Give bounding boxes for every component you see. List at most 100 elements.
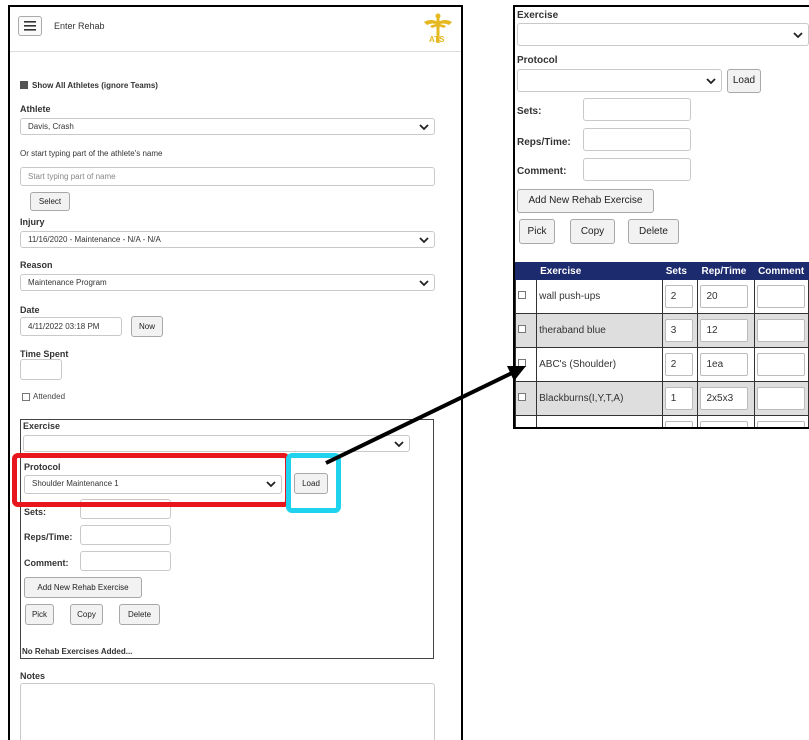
zoom-delete-button[interactable]: Delete [628,219,679,244]
row-checkbox[interactable] [518,393,526,401]
row-comment-input[interactable] [757,353,806,376]
table-header-row: Exercise Sets Rep/Time Comment [515,262,809,280]
zoom-reps-label: Reps/Time: [517,137,571,148]
time-spent-input[interactable] [20,359,62,380]
select-column-header [515,262,538,280]
chevron-down-icon [419,237,429,244]
row-exercise-name: ABC's (Shoulder) [536,347,663,382]
show-all-label: Show All Athletes (ignore Teams) [32,81,158,90]
empty-message: No Rehab Exercises Added... [22,647,133,656]
column-header-reps: Rep/Time [697,262,756,280]
row-reps-input[interactable]: 12 [700,421,749,427]
page-title: Enter Rehab [54,21,105,31]
athlete-select[interactable]: Davis, Crash [20,118,435,135]
select-button[interactable]: Select [30,192,70,211]
reps-label: Reps/Time: [24,532,73,542]
row-comment-input[interactable] [757,285,806,308]
zoom-protocol-select[interactable] [517,69,722,92]
row-exercise-name: wall push-ups [536,279,663,314]
comment-label: Comment: [24,558,69,568]
table-row: ABC's (Shoulder) 2 1ea [515,347,809,382]
now-button[interactable]: Now [131,316,163,337]
reason-value: Maintenance Program [28,278,107,287]
row-reps-input[interactable]: 20 [700,285,749,308]
row-reps-input[interactable]: 1ea [700,353,749,376]
injury-value: 11/16/2020 - Maintenance - N/A - N/A [28,235,161,244]
row-checkbox[interactable] [518,359,526,367]
zoom-sets-label: Sets: [517,106,542,117]
row-sets-input[interactable]: 2 [664,353,693,376]
row-exercise-name: Sidelying External Raise [536,415,663,427]
row-comment-input[interactable] [757,387,806,410]
row-exercise-name: theraband blue [536,313,663,348]
table-row: Sidelying External Raise 3 12 [515,415,809,429]
delete-button[interactable]: Delete [119,604,160,625]
zoom-add-exercise-button[interactable]: Add New Rehab Exercise [517,189,654,213]
chevron-down-icon [419,280,429,287]
reps-input[interactable] [80,525,171,545]
time-spent-label: Time Spent [20,349,69,359]
ats-logo: ATS [421,13,455,47]
zoom-copy-button[interactable]: Copy [570,219,615,244]
injury-label: Injury [20,217,45,227]
athlete-search-input[interactable]: Start typing part of name [20,167,435,186]
load-highlight [286,453,341,513]
column-header-sets: Sets [661,262,699,280]
zoomed-exercise-panel: Exercise Protocol Load Sets: Reps/Time: … [513,5,809,429]
logo-text: ATS [429,35,445,44]
row-sets-input[interactable]: 3 [664,319,693,342]
athlete-label: Athlete [20,104,51,114]
zoom-exercise-label: Exercise [517,10,559,21]
table-row: Blackburns(I,Y,T,A) 1 2x5x3 [515,381,809,416]
protocol-highlight [12,453,290,507]
row-sets-input[interactable]: 2 [664,285,693,308]
row-checkbox[interactable] [518,427,526,429]
zoom-protocol-label: Protocol [517,55,558,66]
exercise-label: Exercise [23,421,61,431]
zoom-pick-button[interactable]: Pick [519,219,555,244]
date-label: Date [20,305,40,315]
hamburger-icon [24,21,36,31]
row-reps-input[interactable]: 12 [700,319,749,342]
date-input[interactable]: 4/11/2022 03:18 PM [20,317,122,336]
attended-checkbox[interactable] [22,393,30,401]
zoom-reps-input[interactable] [583,128,691,151]
zoom-exercise-select[interactable] [517,23,809,46]
row-sets-input[interactable]: 1 [664,387,693,410]
table-row: wall push-ups 2 20 [515,279,809,314]
chevron-down-icon [706,78,716,85]
reason-select[interactable]: Maintenance Program [20,274,435,291]
injury-select[interactable]: 11/16/2020 - Maintenance - N/A - N/A [20,231,435,248]
row-comment-input[interactable] [757,319,806,342]
notes-label: Notes [20,671,46,681]
table-row: theraband blue 3 12 [515,313,809,348]
zoom-comment-label: Comment: [517,166,567,177]
exercise-select[interactable] [23,435,410,452]
zoom-sets-input[interactable] [583,98,691,121]
rehab-form-panel: Enter Rehab ATS Show All Athletes (ignor… [8,5,463,740]
chevron-down-icon [419,124,429,131]
row-sets-input[interactable]: 3 [664,421,693,427]
column-header-exercise: Exercise [536,262,663,280]
header-divider [10,51,461,52]
row-checkbox[interactable] [518,325,526,333]
zoom-comment-input[interactable] [583,158,691,181]
row-reps-input[interactable]: 2x5x3 [700,387,749,410]
pick-button[interactable]: Pick [25,604,54,625]
comment-input[interactable] [80,551,171,571]
exercise-table: Exercise Sets Rep/Time Comment wall push… [515,262,809,429]
notes-textarea[interactable] [20,683,435,740]
chevron-down-icon [394,441,404,448]
row-comment-input[interactable] [757,421,806,427]
row-checkbox[interactable] [518,291,526,299]
menu-button[interactable] [18,16,42,36]
reason-label: Reason [20,260,53,270]
add-exercise-button[interactable]: Add New Rehab Exercise [24,577,142,598]
zoom-load-button[interactable]: Load [727,69,761,93]
athlete-value: Davis, Crash [28,122,74,131]
show-all-checkbox[interactable] [20,81,28,89]
typing-hint: Or start typing part of the athlete's na… [20,149,163,158]
copy-button[interactable]: Copy [70,604,103,625]
sets-label: Sets: [24,507,47,517]
attended-label: Attended [33,392,66,401]
